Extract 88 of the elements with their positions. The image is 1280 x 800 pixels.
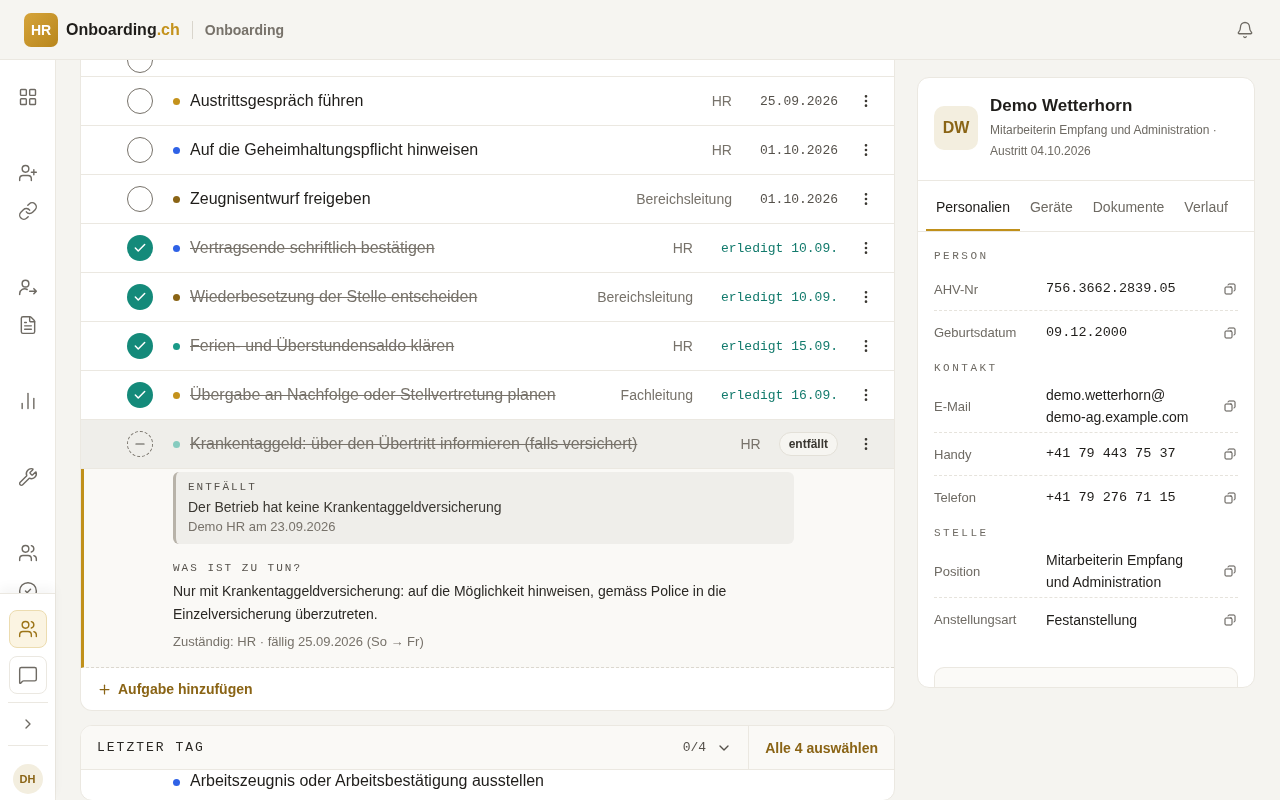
task-checkbox[interactable] bbox=[127, 333, 153, 359]
task-owner: Bereichsleitung bbox=[636, 191, 732, 207]
task-due: 01.10.2026 bbox=[760, 142, 838, 158]
task-due: 25.09.2026 bbox=[760, 93, 838, 109]
task-title: Zeugnisentwurf freigeben bbox=[190, 190, 372, 208]
group-label: STELLE bbox=[934, 526, 990, 541]
status-badge: entfällt bbox=[778, 432, 838, 456]
profile-avatar: DW bbox=[934, 106, 978, 150]
plus-icon bbox=[97, 681, 112, 697]
task-due: erledigt 10.09. bbox=[720, 240, 838, 256]
field-label: Handy bbox=[934, 446, 973, 462]
task-owner: HR bbox=[672, 240, 693, 256]
profile-tab[interactable]: Personalien bbox=[926, 181, 1020, 231]
field-value: +41 79 443 75 37 bbox=[1046, 445, 1177, 463]
field-label: Telefon bbox=[934, 490, 977, 505]
todo-label: WAS IST ZU TUN? bbox=[173, 562, 304, 574]
message-button[interactable] bbox=[8, 656, 47, 694]
section-title: LETZTER TAG bbox=[96, 740, 206, 755]
profile-name: Demo Wetterhorn bbox=[990, 96, 1134, 116]
note-text: Der Betrieb hat keine Krankentaggeldversicherung bbox=[188, 499, 503, 515]
section-title: Onboarding bbox=[204, 21, 285, 38]
select-all-button[interactable]: Alle 4 auswählen bbox=[748, 726, 894, 770]
task-due: 01.10.2026 bbox=[760, 191, 838, 207]
message-icon bbox=[17, 665, 38, 685]
task-owner: Fachleitung bbox=[620, 387, 693, 403]
progress-count: 0/4 bbox=[682, 740, 707, 755]
task-title: Auf die Geheimhaltungspflicht hinweisen bbox=[190, 141, 480, 159]
task-checkbox[interactable] bbox=[127, 284, 153, 310]
logo-badge: HR bbox=[24, 12, 58, 47]
task-row[interactable]: Krankentaggeld: über den Übertritt informieren (falls versichert) HR entfällt bbox=[81, 420, 894, 469]
field-value: Festanstellung bbox=[1046, 610, 1139, 630]
task-title: Wiederbesetzung der Stelle entscheiden bbox=[190, 288, 479, 306]
profile-subtitle: Mitarbeiterin Empfang und Administration · Austritt 04.10.2026 bbox=[990, 122, 1218, 160]
user-avatar[interactable]: DH bbox=[12, 764, 43, 794]
field-value: demo.wetterhorn@ demo-ag.example.com bbox=[1046, 386, 1190, 427]
check-icon bbox=[133, 388, 147, 402]
profile-tab[interactable]: Verlauf bbox=[1174, 181, 1238, 231]
profile-tab[interactable]: Dokumente bbox=[1082, 181, 1175, 231]
task-meta: Zuständig: HR · fällig 25.09.2026 (So → Fr) bbox=[173, 634, 425, 649]
field-value: 09.12.2000 bbox=[1046, 323, 1128, 342]
task-checkbox[interactable] bbox=[127, 235, 153, 261]
group-label: PERSON bbox=[934, 249, 990, 264]
field-label: E-Mail bbox=[934, 398, 972, 414]
profile-tab[interactable]: Geräte bbox=[1019, 181, 1083, 231]
task-owner: Bereichsleitung bbox=[597, 289, 693, 305]
task-title: Krankentaggeld: über den Übertritt informieren (falls versichert) bbox=[190, 435, 639, 453]
todo-text: Nur mit Krankentaggeldversicherung: auf die Möglichkeit hinweisen, gemäss Police in die Einzelversicherung überzutreten. bbox=[173, 582, 728, 624]
field-label: Geburtsdatum bbox=[934, 325, 1018, 340]
field-value: Mitarbeiterin Empfang und Administration bbox=[1046, 551, 1184, 592]
task-title: Arbeitszeugnis oder Arbeitsbestätigung ausstellen bbox=[190, 772, 544, 790]
task-title: Übergabe an Nachfolge oder Stellvertretung planen bbox=[190, 386, 557, 404]
field-label: Anstellungsart bbox=[934, 612, 1018, 627]
copy-icon[interactable] bbox=[1222, 565, 1238, 577]
task-due: erledigt 15.09. bbox=[720, 338, 838, 354]
task-owner: HR bbox=[672, 338, 693, 354]
field-label: Position bbox=[934, 563, 982, 579]
brand-name[interactable]: Onboarding.ch bbox=[66, 20, 180, 39]
task-title: Austrittsgespräch führen bbox=[190, 92, 365, 110]
copy-icon[interactable] bbox=[1222, 283, 1238, 295]
check-icon bbox=[133, 290, 147, 304]
users-button[interactable] bbox=[8, 610, 47, 648]
add-task-button[interactable]: Aufgabe hinzufügen bbox=[81, 668, 269, 710]
task-owner: HR bbox=[711, 93, 732, 109]
task-due: erledigt 16.09. bbox=[720, 387, 838, 403]
wrench-icon[interactable] bbox=[16, 466, 39, 488]
field-value: +41 79 276 71 15 bbox=[1046, 488, 1177, 507]
task-owner: HR bbox=[711, 142, 732, 158]
check-icon bbox=[133, 241, 147, 255]
field-value: 756.3662.2839.05 bbox=[1046, 280, 1177, 298]
note-meta: Demo HR am 23.09.2026 bbox=[188, 519, 337, 534]
copy-icon[interactable] bbox=[1222, 400, 1238, 412]
users-icon[interactable] bbox=[16, 542, 39, 564]
field-label: AHV-Nr bbox=[934, 281, 980, 297]
group-label: KONTAKT bbox=[934, 361, 999, 376]
user-plus-icon[interactable] bbox=[16, 162, 39, 184]
copy-icon[interactable] bbox=[1222, 448, 1238, 460]
task-title: Ferien- und Überstundensaldo klären bbox=[190, 337, 456, 355]
task-checkbox[interactable] bbox=[127, 382, 153, 408]
copy-icon[interactable] bbox=[1222, 491, 1238, 504]
copy-icon[interactable] bbox=[1222, 326, 1238, 339]
link-icon[interactable] bbox=[16, 200, 39, 222]
users-icon bbox=[17, 619, 38, 639]
task-due: erledigt 10.09. bbox=[720, 289, 838, 305]
task-owner: HR bbox=[740, 436, 761, 452]
copy-icon[interactable] bbox=[1222, 613, 1238, 626]
check-icon bbox=[133, 339, 147, 353]
note-label: ENTFÄLLT bbox=[188, 481, 258, 493]
task-title: Vertragsende schriftlich bestätigen bbox=[190, 239, 436, 257]
